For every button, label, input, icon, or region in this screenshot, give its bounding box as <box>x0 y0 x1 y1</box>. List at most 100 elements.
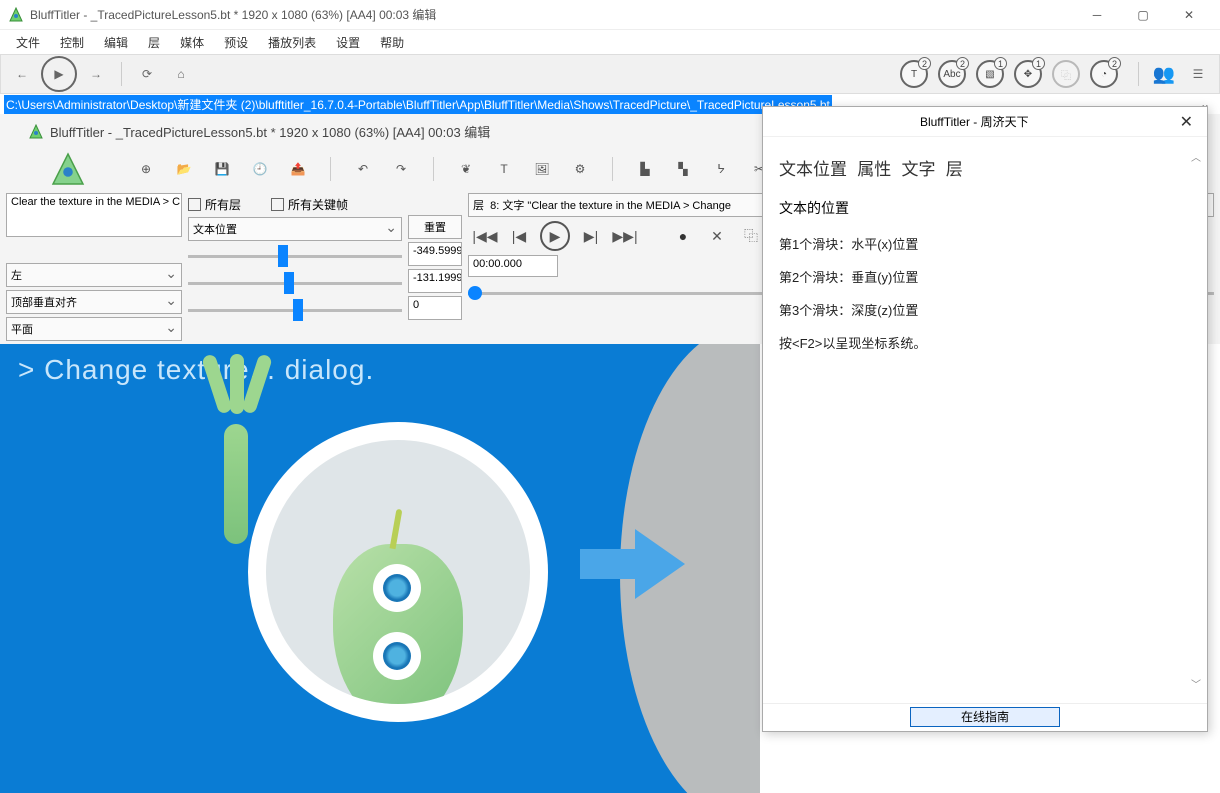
menu-icon[interactable]: ☰ <box>1183 59 1213 89</box>
add-key-icon[interactable]: ⊕ <box>134 157 158 181</box>
app-icon <box>8 7 24 23</box>
reset-button[interactable]: 重置 <box>408 215 462 239</box>
property-value: 文本位置 <box>193 221 237 237</box>
text-tool-button[interactable]: T2 <box>900 60 928 88</box>
online-guide-button[interactable]: 在线指南 <box>910 707 1060 727</box>
crumb-item[interactable]: 层 <box>946 160 963 179</box>
layer-text-input[interactable]: Clear the texture in the MEDIA > C <box>6 193 182 237</box>
open-icon[interactable]: 📂 <box>172 157 196 181</box>
main-toolbar: ← ▶ → ⟳ ⌂ T2 Abc2 ▧1 ✥1 ⿻ ◔2 👥 ☰ <box>0 54 1220 94</box>
badge-count: 2 <box>956 57 969 70</box>
overlay-text: > Change texture... dialog. <box>0 344 760 396</box>
separator <box>330 157 331 181</box>
separator <box>1138 62 1139 86</box>
menu-playlist[interactable]: 播放列表 <box>258 30 326 55</box>
time-input[interactable]: 00:00.000 <box>468 255 558 277</box>
all-keys-label: 所有关键帧 <box>288 196 348 213</box>
menu-edit[interactable]: 编辑 <box>94 30 138 55</box>
slider-y[interactable] <box>188 271 402 295</box>
circle-frame <box>248 422 548 722</box>
help-heading: 文本的位置 <box>779 198 1191 218</box>
delete-key-button[interactable]: ✕ <box>704 223 730 249</box>
save-icon[interactable]: 💾 <box>210 157 234 181</box>
value-z-input[interactable]: 0 <box>408 296 462 320</box>
help-breadcrumb: 文本位置 属性 文字 层 <box>779 155 1191 180</box>
export-icon[interactable]: 📤 <box>286 157 310 181</box>
close-button[interactable]: ✕ <box>1166 0 1212 30</box>
undo-icon[interactable]: ↶ <box>351 157 375 181</box>
shape-icon[interactable]: ❦ <box>454 157 478 181</box>
help-close-button[interactable]: ✕ <box>1176 112 1197 132</box>
menu-preset[interactable]: 预设 <box>214 30 258 55</box>
menu-file[interactable]: 文件 <box>6 30 50 55</box>
align-left-icon[interactable]: ▙ <box>633 157 657 181</box>
crumb-item[interactable]: 属性 <box>857 160 891 179</box>
last-frame-button[interactable]: ▶▶| <box>612 223 638 249</box>
maximize-button[interactable]: ▢ <box>1120 0 1166 30</box>
text-icon[interactable]: T <box>492 157 516 181</box>
gear-icon[interactable]: ⚙ <box>568 157 592 181</box>
menu-media[interactable]: 媒体 <box>170 30 214 55</box>
value-y-input[interactable]: -131.19997 <box>408 269 462 293</box>
nodes-icon[interactable]: ᔭ <box>709 157 733 181</box>
slider-x[interactable] <box>188 244 402 268</box>
users-icon[interactable]: 👥 <box>1149 59 1179 89</box>
clock-icon[interactable]: 🕘 <box>248 157 272 181</box>
badge-count: 1 <box>1032 57 1045 70</box>
copy-key-button[interactable]: ⿻ <box>738 223 764 249</box>
redo-icon[interactable]: ↷ <box>389 157 413 181</box>
help-line: 第2个滑块：垂直(y)位置 <box>779 267 1191 286</box>
align-v-select[interactable]: 顶部垂直对齐 <box>6 290 182 314</box>
align-h-value: 左 <box>11 267 22 283</box>
move-tool-button[interactable]: ✥1 <box>1014 60 1042 88</box>
logo-icon <box>50 151 86 187</box>
separator <box>612 157 613 181</box>
minimize-button[interactable]: ─ <box>1074 0 1120 30</box>
crumb-item[interactable]: 文字 <box>902 160 936 179</box>
property-select[interactable]: 文本位置 <box>188 217 402 241</box>
play-button[interactable]: ▶ <box>41 56 77 92</box>
badge-group: T2 Abc2 ▧1 ✥1 ⿻ ◔2 <box>900 60 1118 88</box>
help-line: 第1个滑块：水平(x)位置 <box>779 234 1191 253</box>
first-frame-button[interactable]: |◀◀ <box>472 223 498 249</box>
window-title: BluffTitler - _TracedPictureLesson5.bt *… <box>30 6 1074 23</box>
time-tool-button[interactable]: ◔2 <box>1090 60 1118 88</box>
record-button[interactable]: ● <box>670 223 696 249</box>
editor-col2: 所有层 所有关键帧 文本位置 <box>188 193 402 341</box>
help-line: 按<F2>以呈现坐标系统。 <box>779 333 1191 352</box>
plane-select[interactable]: 平面 <box>6 317 182 341</box>
align-h-select[interactable]: 左 <box>6 263 182 287</box>
all-keys-checkbox[interactable]: 所有关键帧 <box>271 196 348 213</box>
badge-count: 2 <box>918 57 931 70</box>
home-button[interactable]: ⌂ <box>166 59 196 89</box>
scroll-down-icon[interactable]: ﹀ <box>1191 676 1203 691</box>
image-tool-button[interactable]: ▧1 <box>976 60 1004 88</box>
all-layers-checkbox[interactable]: 所有层 <box>188 196 241 213</box>
badge-count: 2 <box>1108 57 1121 70</box>
copy-tool-button[interactable]: ⿻ <box>1052 60 1080 88</box>
prev-frame-button[interactable]: |◀ <box>506 223 532 249</box>
arrow-icon <box>580 524 690 604</box>
picture-icon[interactable]: 🖼 <box>530 157 554 181</box>
preview-viewport[interactable]: > Change texture... dialog. <box>0 344 760 793</box>
file-path[interactable]: C:\Users\Administrator\Desktop\新建文件夹 (2)… <box>4 95 832 114</box>
forward-button[interactable]: → <box>81 59 111 89</box>
app-icon <box>28 124 44 140</box>
menu-settings[interactable]: 设置 <box>326 30 370 55</box>
editor-title-text: BluffTitler - _TracedPictureLesson5.bt *… <box>50 122 490 141</box>
abc-tool-button[interactable]: Abc2 <box>938 60 966 88</box>
crumb-item[interactable]: 文本位置 <box>779 160 847 179</box>
refresh-button[interactable]: ⟳ <box>132 59 162 89</box>
back-button[interactable]: ← <box>7 59 37 89</box>
badge-count: 1 <box>994 57 1007 70</box>
value-x-input[interactable]: -349.59997 <box>408 242 462 266</box>
menu-layer[interactable]: 层 <box>138 30 170 55</box>
play-toggle-button[interactable]: ▶ <box>540 221 570 251</box>
slider-z[interactable] <box>188 298 402 322</box>
next-frame-button[interactable]: ▶| <box>578 223 604 249</box>
menu-control[interactable]: 控制 <box>50 30 94 55</box>
align-center-icon[interactable]: ▚ <box>671 157 695 181</box>
scroll-up-icon[interactable]: ︿ <box>1191 149 1203 164</box>
menu-help[interactable]: 帮助 <box>370 30 414 55</box>
help-body: 文本位置 属性 文字 层 文本的位置 第1个滑块：水平(x)位置 第2个滑块：垂… <box>763 137 1207 703</box>
